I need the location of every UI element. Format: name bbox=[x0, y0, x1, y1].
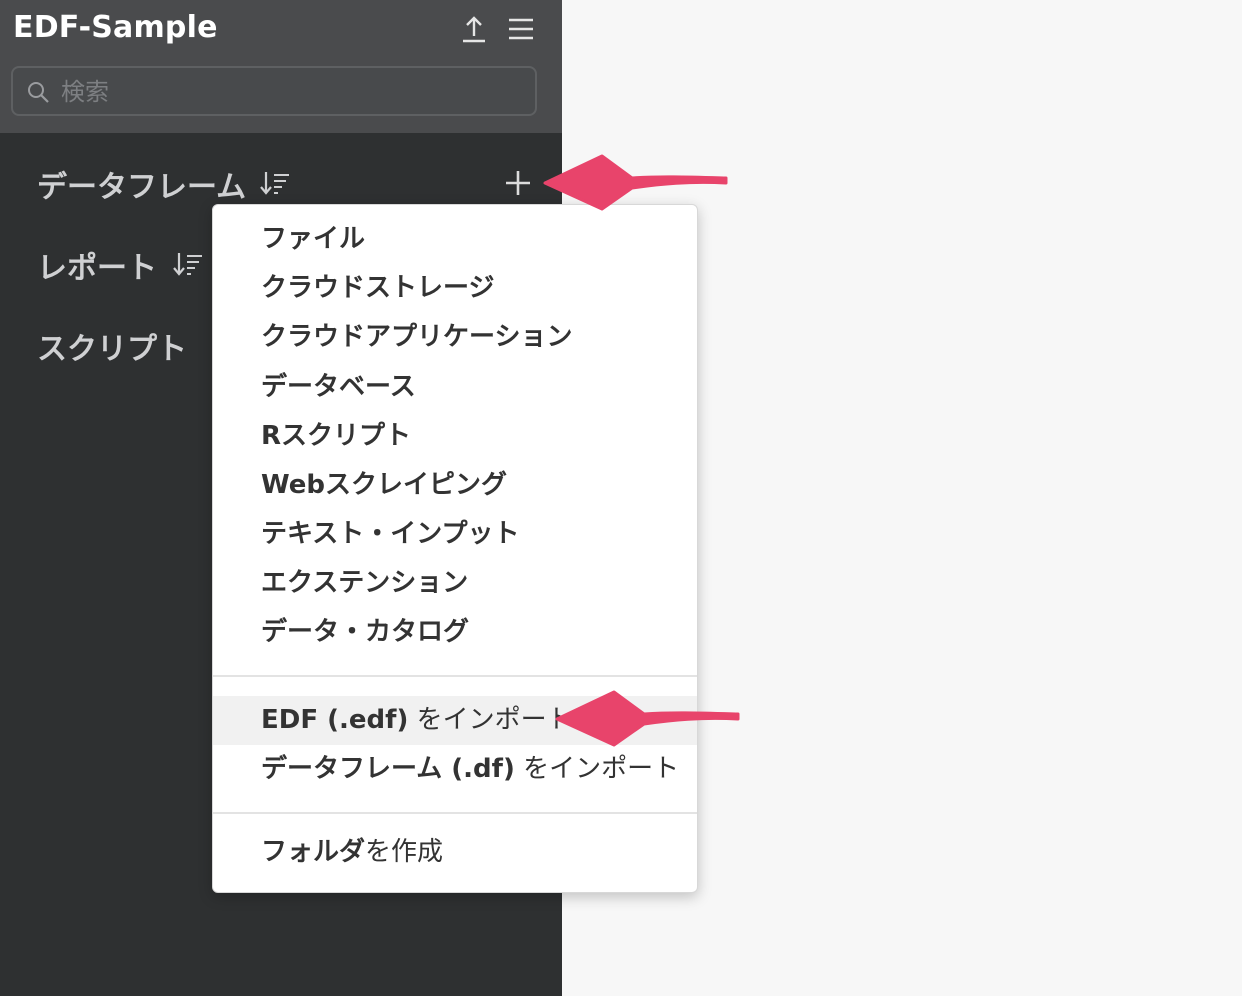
menu-divider bbox=[213, 675, 697, 677]
hamburger-menu-icon[interactable] bbox=[506, 14, 536, 44]
section-scripts[interactable]: スクリプト bbox=[37, 324, 187, 368]
search-box bbox=[11, 66, 537, 116]
search-icon bbox=[26, 80, 50, 104]
menu-item-database[interactable]: データベース bbox=[213, 363, 697, 412]
menu-item-extension[interactable]: エクステンション bbox=[213, 559, 697, 608]
menu-item-cloud-application[interactable]: クラウドアプリケーション bbox=[213, 313, 697, 362]
menu-item-file[interactable]: ファイル bbox=[213, 215, 697, 264]
section-reports[interactable]: レポート bbox=[37, 243, 157, 287]
menu-item-text-input[interactable]: テキスト・インプット bbox=[213, 510, 697, 559]
menu-item-r-script[interactable]: Rスクリプト bbox=[213, 412, 697, 461]
section-dataframes[interactable]: データフレーム bbox=[37, 162, 246, 206]
menu-item-create-folder[interactable]: フォルダを作成 bbox=[213, 828, 697, 877]
menu-item-cloud-storage[interactable]: クラウドストレージ bbox=[213, 264, 697, 313]
add-dataframe-plus-icon[interactable] bbox=[503, 168, 533, 198]
sidebar-header: EDF-Sample bbox=[0, 0, 562, 133]
menu-divider bbox=[213, 812, 697, 814]
search-input[interactable] bbox=[59, 74, 523, 110]
sort-icon[interactable] bbox=[172, 249, 204, 279]
upload-icon[interactable] bbox=[459, 14, 489, 44]
menu-item-import-df[interactable]: データフレーム (.df) をインポート bbox=[213, 745, 697, 794]
menu-item-import-edf[interactable]: EDF (.edf) をインポート bbox=[213, 696, 697, 745]
add-dataframe-menu: ファイル クラウドストレージ クラウドアプリケーション データベース Rスクリプ… bbox=[212, 204, 698, 893]
project-title: EDF-Sample bbox=[13, 10, 218, 45]
menu-item-web-scraping[interactable]: Webスクレイピング bbox=[213, 461, 697, 510]
sort-icon[interactable] bbox=[259, 168, 291, 198]
menu-item-data-catalog[interactable]: データ・カタログ bbox=[213, 608, 697, 657]
